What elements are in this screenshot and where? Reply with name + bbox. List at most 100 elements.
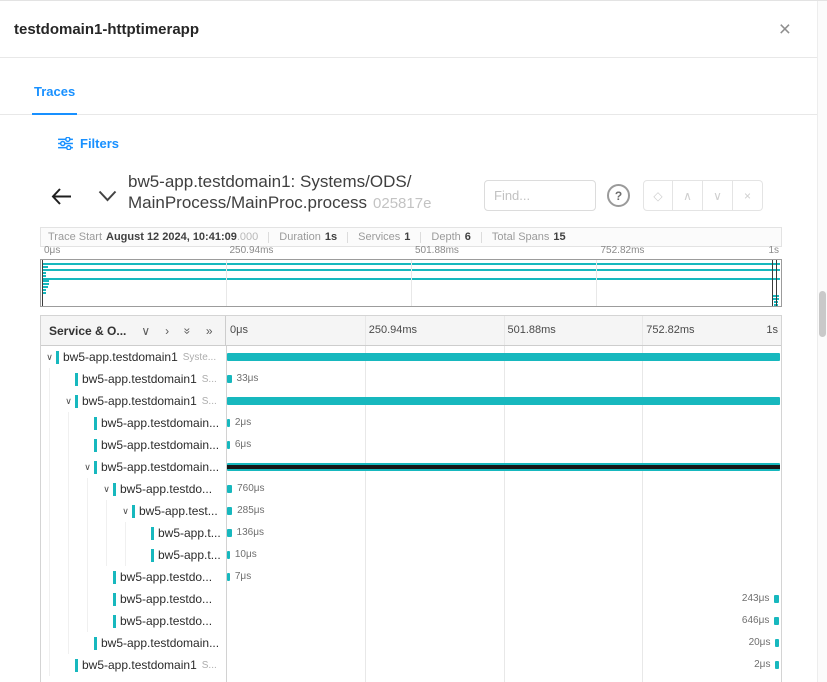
span-duration-bar[interactable] [774, 595, 779, 603]
span-duration-bar[interactable] [227, 441, 230, 449]
close-button[interactable]: × [779, 19, 791, 40]
span-duration-bar[interactable] [227, 375, 231, 383]
span-duration-bar[interactable] [227, 507, 232, 515]
span-timeline-cell[interactable]: 2μs [226, 412, 781, 434]
span-duration-bar[interactable] [227, 529, 231, 537]
minimap-span-bar [42, 286, 48, 288]
filters-button[interactable]: Filters [58, 136, 119, 151]
diamond-icon: ◇ [653, 189, 662, 203]
span-timeline-cell[interactable]: 760μs [226, 478, 781, 500]
span-service-name[interactable]: bw5-app.testdo... [120, 570, 212, 584]
span-timeline-cell[interactable]: 33μs [226, 368, 781, 390]
span-expand-chevron-icon[interactable]: ∨ [81, 463, 94, 472]
span-service-name[interactable]: bw5-app.t... [158, 526, 221, 540]
minimap-left-scrubber[interactable] [42, 260, 43, 306]
minimap-right-scrubber[interactable] [772, 260, 773, 306]
timeline-tick-label: 0μs [230, 324, 248, 336]
trace-id: 025817e [373, 195, 431, 212]
span-row[interactable]: bw5-app.testdo... 7μs [41, 566, 781, 588]
next-match-button[interactable]: ∨ [703, 180, 733, 211]
span-duration-bar[interactable] [775, 661, 778, 669]
span-service-name[interactable]: bw5-app.test... [139, 504, 218, 518]
span-row[interactable]: ∨ bw5-app.test... 285μs [41, 500, 781, 522]
span-timeline-cell[interactable] [226, 456, 781, 478]
span-duration-label: 20μs [749, 637, 771, 648]
span-service-name[interactable]: bw5-app.testdomain1 [82, 394, 197, 408]
span-timeline-cell[interactable]: 20μs [226, 632, 781, 654]
find-input[interactable] [484, 180, 596, 211]
scrollbar-thumb[interactable] [819, 291, 826, 337]
grid-line [226, 260, 227, 306]
span-duration-bar[interactable] [227, 463, 780, 471]
span-service-name[interactable]: bw5-app.testdomain1 [82, 658, 197, 672]
minimap-span-bar [42, 275, 46, 277]
span-service-name[interactable]: bw5-app.testdomain1 [63, 350, 178, 364]
span-row[interactable]: bw5-app.testdomain1S...2μs [41, 654, 781, 676]
span-row[interactable]: bw5-app.testdomain... 6μs [41, 434, 781, 456]
span-duration-bar[interactable] [227, 397, 780, 405]
vertical-scrollbar[interactable] [817, 1, 827, 682]
trace-modal: testdomain1-httptimerapp × Traces Filter… [0, 0, 827, 682]
span-expand-chevron-icon[interactable]: ∨ [43, 353, 56, 362]
span-timeline-cell[interactable]: 7μs [226, 566, 781, 588]
span-expand-chevron-icon[interactable]: ∨ [100, 485, 113, 494]
span-row[interactable]: bw5-app.testdo... 646μs [41, 610, 781, 632]
clear-find-button[interactable]: × [733, 180, 763, 211]
span-duration-bar[interactable] [227, 551, 230, 559]
back-button[interactable] [40, 173, 82, 219]
minimap-right-scrubber-edge[interactable] [776, 260, 777, 306]
span-service-name[interactable]: bw5-app.testdo... [120, 482, 212, 496]
service-color-bar [113, 483, 116, 496]
span-expand-chevron-icon[interactable]: ∨ [62, 397, 75, 406]
span-duration-bar[interactable] [227, 353, 780, 361]
span-timeline-cell[interactable]: 243μs [226, 588, 781, 610]
span-duration-bar[interactable] [227, 573, 230, 581]
span-row[interactable]: ∨ bw5-app.testdomain... [41, 456, 781, 478]
span-timeline-cell[interactable] [226, 390, 781, 412]
span-row[interactable]: ∨bw5-app.testdomain1S... [41, 390, 781, 412]
span-timeline-cell[interactable]: 10μs [226, 544, 781, 566]
modal-title: testdomain1-httptimerapp [14, 21, 199, 38]
span-tree-cell: bw5-app.testdomain1S... [41, 368, 226, 390]
chevron-down-icon[interactable]: ∨ [141, 325, 150, 337]
span-row[interactable]: ∨bw5-app.testdomain1Syste... [41, 346, 781, 368]
chevron-right-icon[interactable]: › [165, 325, 169, 337]
help-button[interactable]: ? [607, 184, 630, 207]
span-row[interactable]: bw5-app.testdomain... 2μs [41, 412, 781, 434]
span-row[interactable]: bw5-app.testdomain... 20μs [41, 632, 781, 654]
grid-line [596, 260, 597, 306]
span-service-name[interactable]: bw5-app.testdomain... [101, 460, 219, 474]
span-duration-bar[interactable] [775, 639, 778, 647]
span-timeline-cell[interactable]: 6μs [226, 434, 781, 456]
span-timeline-cell[interactable]: 285μs [226, 500, 781, 522]
service-column-label[interactable]: Service & O... [49, 324, 126, 338]
double-chevron-down-icon[interactable]: » [182, 327, 194, 334]
span-service-name[interactable]: bw5-app.testdomain... [101, 416, 219, 430]
span-row[interactable]: bw5-app.testdomain1S...33μs [41, 368, 781, 390]
span-service-name[interactable]: bw5-app.testdomain... [101, 438, 219, 452]
span-service-name[interactable]: bw5-app.testdomain... [101, 636, 219, 650]
prev-match-button[interactable]: ∧ [673, 180, 703, 211]
focus-match-button[interactable]: ◇ [643, 180, 673, 211]
span-service-name[interactable]: bw5-app.testdomain1 [82, 372, 197, 386]
span-service-name[interactable]: bw5-app.t... [158, 548, 221, 562]
span-row[interactable]: ∨ bw5-app.testdo... 760μs [41, 478, 781, 500]
span-row[interactable]: bw5-app.t... 10μs [41, 544, 781, 566]
span-service-name[interactable]: bw5-app.testdo... [120, 614, 212, 628]
span-timeline-cell[interactable]: 136μs [226, 522, 781, 544]
span-row[interactable]: bw5-app.t... 136μs [41, 522, 781, 544]
tab-traces[interactable]: Traces [32, 84, 77, 115]
span-timeline-cell[interactable]: 646μs [226, 610, 781, 632]
span-row[interactable]: bw5-app.testdo... 243μs [41, 588, 781, 610]
span-duration-bar[interactable] [227, 419, 230, 427]
double-chevron-right-icon[interactable]: » [206, 325, 213, 337]
span-timeline-cell[interactable]: 2μs [226, 654, 781, 676]
timeline-minimap[interactable] [40, 259, 782, 307]
span-duration-bar[interactable] [227, 485, 232, 493]
meta-label: Depth [431, 231, 460, 243]
span-duration-bar[interactable] [774, 617, 779, 625]
trace-collapse-button[interactable] [90, 177, 124, 215]
span-expand-chevron-icon[interactable]: ∨ [119, 507, 132, 516]
span-timeline-cell[interactable] [226, 346, 781, 368]
span-service-name[interactable]: bw5-app.testdo... [120, 592, 212, 606]
